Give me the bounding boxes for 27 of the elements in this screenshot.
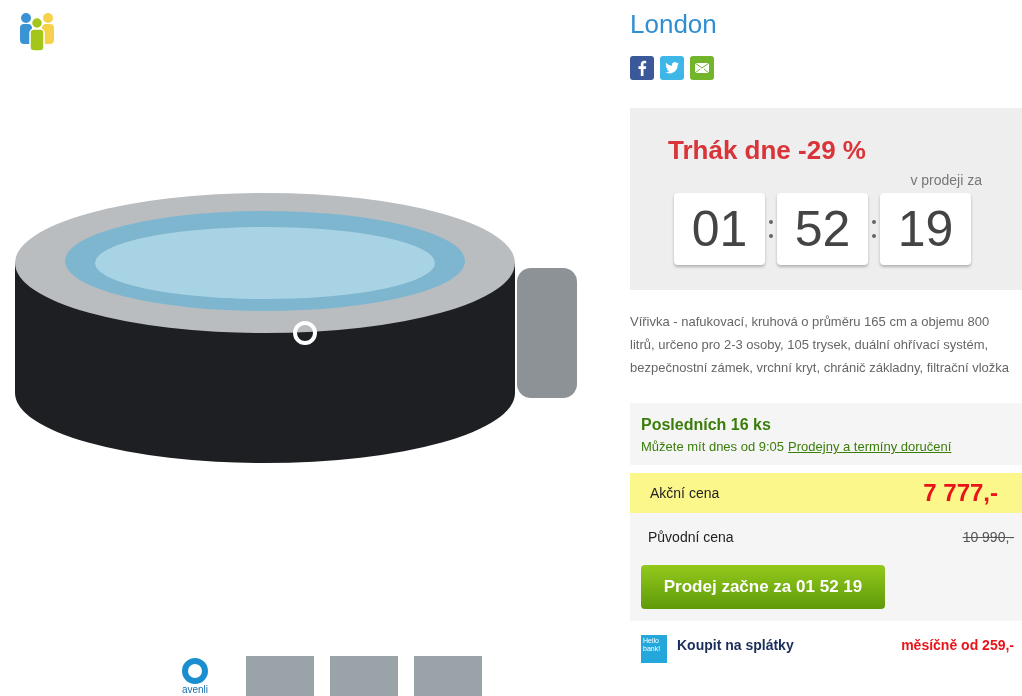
colon-icon: [870, 220, 878, 238]
photo-thumbnail[interactable]: [246, 656, 314, 696]
twitter-icon[interactable]: [660, 56, 684, 80]
facebook-icon[interactable]: [630, 56, 654, 80]
installment-price: měsíčně od 259,-: [901, 636, 1014, 655]
installment-title[interactable]: Koupit na splátky: [677, 635, 892, 656]
price-value: 10 990,-: [962, 527, 1014, 547]
brand-logo-thumbnail[interactable]: avenli: [160, 656, 230, 696]
stock-title: Posledních 16 ks: [641, 415, 772, 435]
people-logo-icon: [18, 12, 56, 52]
stores-link[interactable]: Prodejny a termíny doručení: [788, 437, 952, 457]
photo-thumbnail[interactable]: [330, 656, 398, 696]
product-description: Vířivka - nafukovací, kruhová o průměru 165 cm a objemu 800 litrů, určeno pro 2-3 osoby, 105 trysek, duální ohřívací systém, bezpečnostní zámek, vrchní kryt, chránič základny, filtrační vložka: [630, 313, 1011, 377]
deal-title: Trhák dne -29 %: [668, 134, 867, 166]
availability-text: Můžete mít dnes od 9:05: [641, 438, 785, 456]
photo-thumbnail[interactable]: [414, 656, 482, 696]
countdown-digits: 01: [674, 193, 765, 265]
price-label: Akční cena: [650, 483, 720, 503]
product-title: London: [630, 8, 718, 40]
price-label: Původní cena: [648, 527, 734, 547]
email-icon[interactable]: [690, 56, 714, 80]
price-value: 7 777,-: [923, 478, 998, 508]
countdown-digits: 52: [777, 193, 868, 265]
brand-name: avenli: [181, 684, 209, 696]
colon-icon: [767, 220, 775, 238]
countdown-caption: v prodeji za: [910, 171, 982, 190]
countdown-digits: 19: [880, 193, 971, 265]
